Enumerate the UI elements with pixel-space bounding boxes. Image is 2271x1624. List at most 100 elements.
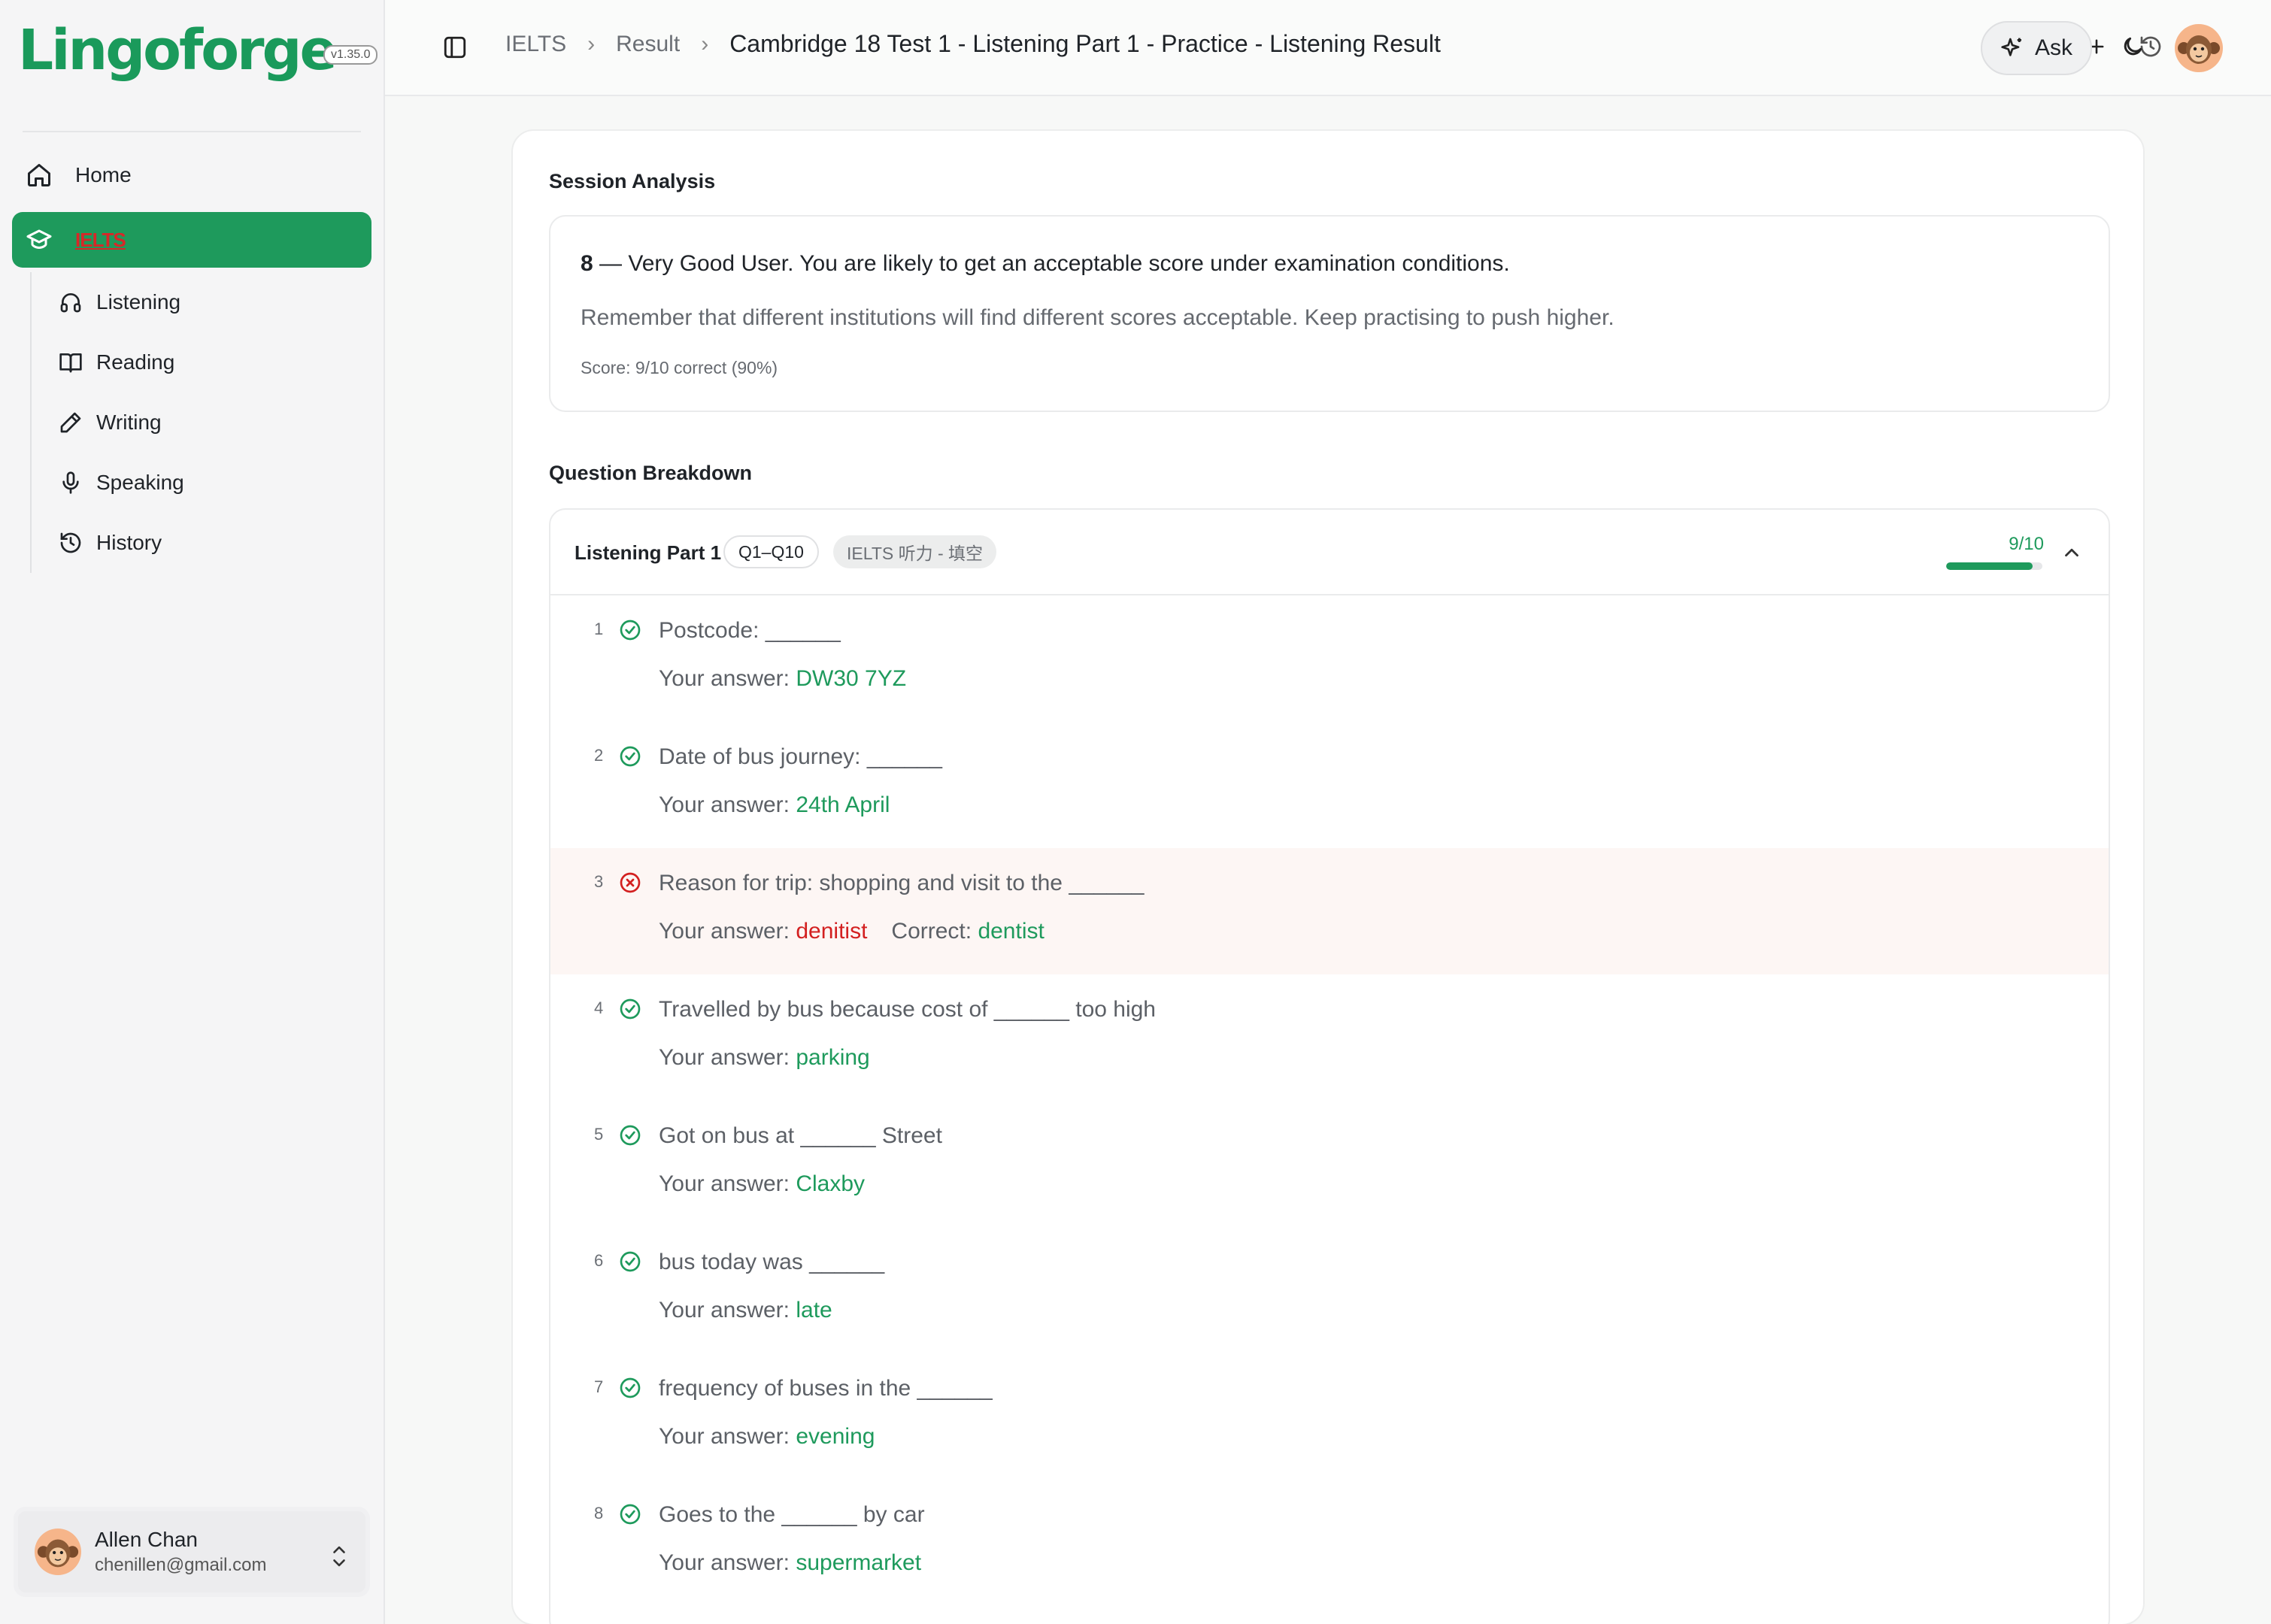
analysis-panel: 8 — Very Good User. You are likely to ge…: [549, 215, 2110, 412]
ask-button[interactable]: Ask: [1981, 21, 2092, 75]
question-row: 1 Postcode: ______ Your answer: DW30 7YZ: [550, 595, 2109, 722]
answer-line: Your answer: denitist Correct: dentist: [659, 919, 1045, 944]
moon-icon: [2124, 37, 2142, 56]
user-answer: Claxby: [796, 1171, 866, 1196]
question-text: frequency of buses in the ______: [659, 1376, 993, 1401]
theme-toggle-button[interactable]: [2118, 32, 2148, 62]
user-answer: parking: [796, 1045, 870, 1070]
check-circle-icon: [620, 1377, 641, 1398]
ask-label: Ask: [2034, 35, 2072, 60]
question-row: 2 Date of bus journey: ______ Your answe…: [550, 722, 2109, 848]
question-row: 4 Travelled by bus because cost of _____…: [550, 974, 2109, 1101]
band-description: — Very Good User. You are likely to get …: [593, 251, 1510, 276]
question-text: Postcode: ______: [659, 618, 841, 643]
breakdown-header[interactable]: Listening Part 1 Q1–Q10 IELTS 听力 - 填空 9/…: [550, 510, 2109, 595]
analysis-advice: Remember that different institutions wil…: [581, 305, 1615, 330]
band-headline: 8 — Very Good User. You are likely to ge…: [581, 251, 2078, 277]
session-analysis-title: Session Analysis: [549, 170, 716, 192]
score-summary: Score: 9/10 correct (90%): [581, 358, 778, 377]
user-answer: denitist: [796, 919, 868, 944]
book-icon: [59, 353, 82, 373]
question-breakdown-title: Question Breakdown: [549, 462, 753, 484]
question-number: 7: [594, 1377, 604, 1396]
sidebar-item-reading[interactable]: Reading: [32, 332, 361, 392]
question-number: 6: [594, 1251, 604, 1270]
sidebar-item-label: History: [96, 531, 162, 554]
question-text: Got on bus at ______ Street: [659, 1123, 942, 1148]
mic-icon: [62, 471, 79, 494]
breadcrumb-result[interactable]: Result: [616, 32, 680, 57]
home-icon: [28, 164, 50, 186]
check-circle-icon: [620, 1125, 641, 1146]
sidebar-item-speaking[interactable]: Speaking: [32, 453, 361, 513]
answer-line: Your answer: Claxby: [659, 1171, 865, 1197]
chevrons-up-down-icon: [333, 1546, 345, 1567]
correct-answer: dentist: [978, 919, 1045, 944]
correct-label: Correct:: [891, 919, 972, 944]
section-progress-fill: [1946, 562, 2033, 570]
user-answer: 24th April: [796, 792, 890, 817]
result-card: Session Analysis 8 — Very Good User. You…: [511, 129, 2145, 1624]
question-number: 1: [594, 620, 604, 638]
question-number: 5: [594, 1125, 604, 1144]
breadcrumb-ielts[interactable]: IELTS: [505, 32, 566, 57]
check-circle-icon: [620, 1504, 641, 1525]
breakdown-panel: Listening Part 1 Q1–Q10 IELTS 听力 - 填空 9/…: [549, 508, 2110, 1624]
question-text: Travelled by bus because cost of ______ …: [659, 997, 1156, 1022]
sidebar-item-writing[interactable]: Writing: [32, 392, 361, 453]
answer-line: Your answer: 24th April: [659, 792, 890, 818]
section-score: 9/10: [2009, 534, 2044, 554]
answer-label: Your answer:: [659, 1171, 790, 1196]
question-text: Date of bus journey: ______: [659, 744, 942, 769]
divider: [23, 131, 361, 132]
sidebar-toggle-icon[interactable]: [442, 35, 468, 60]
answer-line: Your answer: evening: [659, 1424, 875, 1450]
answer-label: Your answer:: [659, 792, 790, 817]
check-circle-icon: [620, 998, 641, 1020]
question-row: 8 Goes to the ______ by car Your answer:…: [550, 1480, 2109, 1606]
user-name: Allen Chan: [95, 1528, 198, 1551]
sidebar: Lingoforge v1.35.0 Home IELTS Listening …: [0, 0, 385, 1624]
check-circle-icon: [620, 746, 641, 767]
user-email: chenillen@gmail.com: [95, 1555, 267, 1575]
x-circle-icon: [620, 872, 641, 893]
app-logo[interactable]: Lingoforge: [18, 18, 338, 83]
answer-label: Your answer:: [659, 1424, 790, 1449]
question-type-badge: IELTS 听力 - 填空: [833, 535, 997, 568]
avatar[interactable]: [2175, 24, 2223, 72]
sidebar-item-history[interactable]: History: [32, 513, 361, 573]
headphones-icon: [60, 293, 81, 313]
nav-ielts[interactable]: IELTS: [12, 212, 371, 268]
question-row-incorrect: 3 Reason for trip: shopping and visit to…: [550, 848, 2109, 974]
ielts-subnav: Listening Reading Writing Speaking Histo…: [30, 272, 361, 573]
user-answer: DW30 7YZ: [796, 666, 907, 691]
nav-home-label: Home: [75, 163, 132, 186]
section-title: Listening Part 1: [575, 541, 722, 564]
sidebar-item-label: Writing: [96, 411, 162, 434]
sparkles-icon: [2001, 38, 2021, 56]
answer-line: Your answer: late: [659, 1298, 832, 1323]
page-title: Cambridge 18 Test 1 - Listening Part 1 -…: [729, 30, 1441, 57]
user-answer: supermarket: [796, 1550, 922, 1575]
answer-label: Your answer:: [659, 1550, 790, 1575]
section-progress-bar: [1946, 562, 2042, 570]
question-range-badge: Q1–Q10: [723, 535, 819, 568]
check-circle-icon: [620, 1251, 641, 1272]
question-row: 5 Got on bus at ______ Street Your answe…: [550, 1101, 2109, 1227]
question-text: Goes to the ______ by car: [659, 1502, 925, 1527]
graduation-cap-icon: [26, 229, 52, 249]
question-row: 6 bus today was ______ Your answer: late: [550, 1227, 2109, 1353]
question-number: 3: [594, 872, 604, 891]
sidebar-item-label: Reading: [96, 350, 175, 374]
question-text: bus today was ______: [659, 1250, 885, 1274]
chevron-up-icon[interactable]: [2060, 541, 2083, 564]
avatar: [35, 1529, 81, 1575]
chevron-right-icon: ›: [587, 31, 596, 56]
user-menu[interactable]: Allen Chan chenillen@gmail.com: [14, 1507, 370, 1597]
nav-home[interactable]: Home: [12, 147, 371, 203]
question-number: 8: [594, 1504, 604, 1522]
sidebar-item-listening[interactable]: Listening: [32, 272, 361, 332]
question-list: 1 Postcode: ______ Your answer: DW30 7YZ…: [550, 595, 2109, 1606]
user-info: Allen Chan chenillen@gmail.com: [95, 1528, 266, 1576]
version-badge: v1.35.0: [323, 45, 378, 65]
